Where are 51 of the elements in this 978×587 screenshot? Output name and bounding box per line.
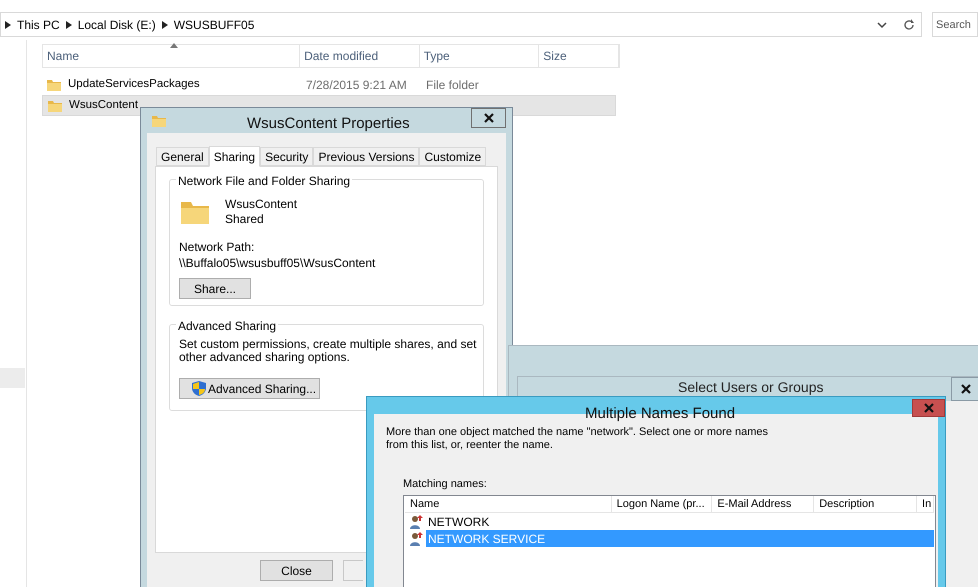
column-header[interactable]: In (917, 496, 934, 512)
column-header[interactable]: Date modified (300, 45, 420, 67)
advanced-sharing-button[interactable]: Advanced Sharing... (179, 378, 320, 399)
column-header[interactable]: Name (405, 496, 612, 512)
share-button[interactable]: Share... (179, 278, 251, 299)
tab[interactable]: General (156, 147, 209, 166)
tab[interactable]: Customize (419, 147, 486, 166)
breadcrumb-item[interactable]: Local Disk (E:) (78, 16, 156, 34)
file-name: WsusContent (69, 98, 138, 113)
advanced-sharing-description: Set custom permissions, create multiple shares, and set other advanced sharing options. (179, 338, 478, 364)
breadcrumb-item[interactable]: This PC (17, 16, 60, 34)
chevron-right-icon (5, 20, 11, 28)
file-row[interactable]: UpdateServicesPackages 7/28/2015 9:21 AM File folder (42, 74, 616, 95)
share-status: Shared (225, 212, 265, 227)
column-header[interactable]: Logon Name (pr... (612, 496, 712, 512)
users-icon (409, 530, 425, 546)
column-header[interactable]: E-Mail Address (712, 496, 814, 512)
refresh-icon[interactable] (903, 18, 915, 30)
shield-icon (192, 381, 206, 396)
close-icon (484, 113, 494, 123)
network-path: \\Buffalo05\wsusbuff05\WsusContent (179, 255, 376, 271)
name-row[interactable]: NETWORK (426, 513, 934, 530)
window-title: WsusContent Properties (247, 114, 410, 134)
list-label: Matching names: (403, 476, 488, 492)
column-header[interactable]: Type (420, 45, 540, 67)
address-bar[interactable]: This PC Local Disk (E:) WSUSBUFF05 (0, 12, 922, 37)
tab[interactable]: Sharing (208, 146, 260, 167)
chevron-right-icon (66, 20, 72, 28)
tab[interactable]: Previous Versions (313, 147, 420, 166)
tab[interactable]: Security (260, 147, 314, 166)
chevron-down-icon[interactable] (877, 20, 887, 28)
path-label: Network Path: (179, 239, 256, 255)
column-header[interactable]: Description (814, 496, 918, 512)
share-folder-name: WsusContent (225, 197, 298, 212)
breadcrumb-item[interactable]: WSUSBUFF05 (174, 16, 254, 34)
column-header[interactable]: Size (539, 45, 620, 67)
column-header[interactable]: Name (43, 45, 300, 67)
close-icon (961, 384, 971, 394)
chevron-right-icon (162, 20, 168, 28)
close-button[interactable] (951, 377, 978, 401)
file-date: 7/28/2015 9:21 AM (305, 76, 408, 94)
close-button[interactable] (471, 108, 506, 128)
window-title: Select Users or Groups (678, 379, 824, 395)
file-name: UpdateServicesPackages (68, 76, 200, 92)
users-icon (409, 514, 425, 530)
sort-arrow-icon (170, 43, 178, 48)
search-field[interactable]: Search (932, 12, 978, 37)
close-icon (924, 403, 934, 413)
dialog-button[interactable]: Close (260, 560, 333, 581)
message: More than one object matched the name "network". Select one or more names from this list, or, reenter the name. (386, 426, 770, 452)
file-type: File folder (425, 76, 479, 94)
